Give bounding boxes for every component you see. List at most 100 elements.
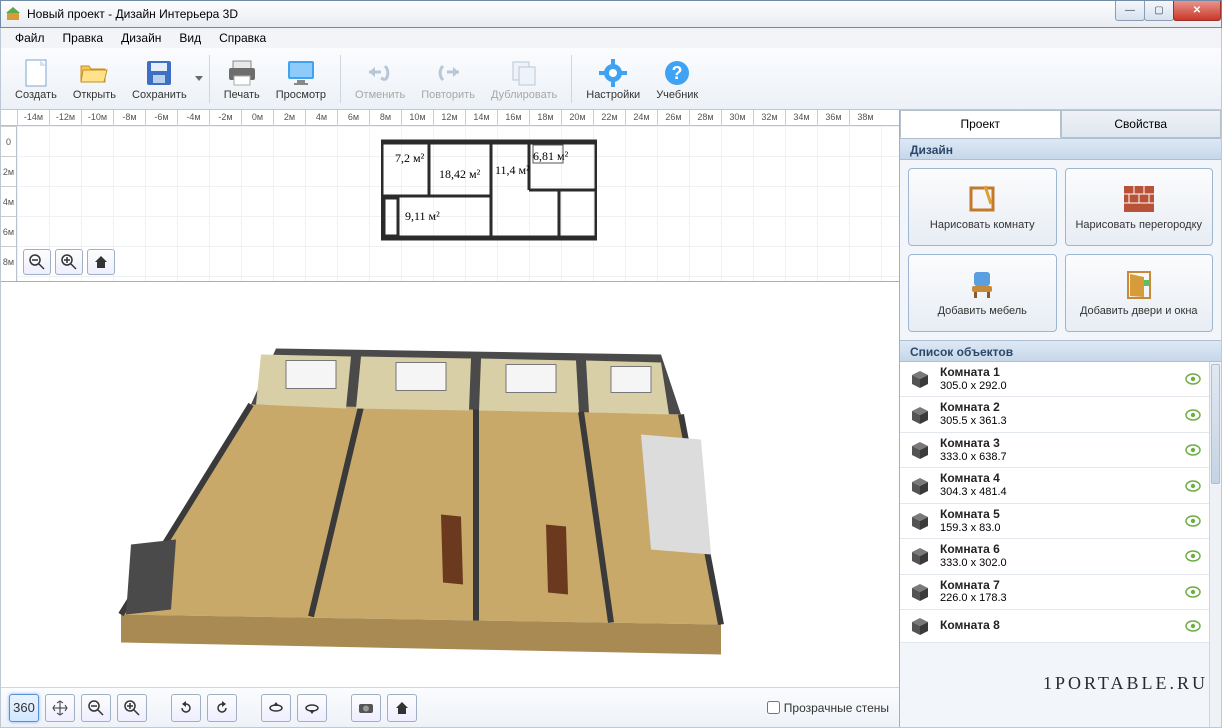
add-furniture-button[interactable]: Добавить мебель [908, 254, 1057, 332]
close-button[interactable]: ✕ [1173, 1, 1221, 21]
list-item[interactable]: Комната 1305.0 x 292.0 [900, 362, 1209, 397]
tilt-up-button[interactable] [261, 694, 291, 722]
visibility-icon[interactable] [1185, 443, 1201, 457]
list-item[interactable]: Комната 5159.3 x 83.0 [900, 504, 1209, 539]
brick-wall-icon [1123, 183, 1155, 215]
object-scrollbar[interactable] [1209, 362, 1221, 727]
svg-text:?: ? [672, 63, 683, 83]
add-doors-button[interactable]: Добавить двери и окна [1065, 254, 1214, 332]
tab-project[interactable]: Проект [900, 110, 1061, 138]
room-icon [908, 474, 932, 498]
transparent-walls-checkbox[interactable] [767, 701, 780, 714]
redo-button[interactable]: Повторить [413, 51, 483, 107]
save-icon [143, 57, 175, 89]
section-objects: Список объектов [900, 340, 1221, 362]
open-button[interactable]: Открыть [65, 51, 124, 107]
maximize-button[interactable]: ▢ [1144, 1, 1174, 21]
visibility-icon[interactable] [1185, 479, 1201, 493]
room-icon [908, 580, 932, 604]
object-list: Комната 1305.0 x 292.0Комната 2305.5 x 3… [900, 362, 1221, 727]
draw-wall-button[interactable]: Нарисовать перегородку [1065, 168, 1214, 246]
view-3d[interactable] [1, 282, 899, 687]
list-item[interactable]: Комната 7226.0 x 178.3 [900, 575, 1209, 610]
printer-icon [226, 57, 258, 89]
print-button[interactable]: Печать [216, 51, 268, 107]
save-dropdown[interactable] [195, 51, 203, 107]
create-button[interactable]: Создать [7, 51, 65, 107]
ruler-tick: 38м [849, 110, 881, 126]
visibility-icon[interactable] [1185, 619, 1201, 633]
window-title: Новый проект - Дизайн Интерьера 3D [27, 7, 238, 21]
menu-help[interactable]: Справка [211, 30, 274, 46]
object-size: 304.3 x 481.4 [940, 486, 1007, 498]
help-icon: ? [661, 57, 693, 89]
draw-room-button[interactable]: Нарисовать комнату [908, 168, 1057, 246]
settings-button[interactable]: Настройки [578, 51, 648, 107]
visibility-icon[interactable] [1185, 372, 1201, 386]
ruler-tick: 4м [1, 186, 16, 216]
visibility-icon[interactable] [1185, 549, 1201, 563]
gear-icon [597, 57, 629, 89]
ruler-tick: 26м [657, 110, 689, 126]
zoom-in-3d-button[interactable] [117, 694, 147, 722]
room-icon [908, 544, 932, 568]
undo-button[interactable]: Отменить [347, 51, 413, 107]
plan-2d-view[interactable]: -14м-12м-10м-8м-6м-4м-2м0м2м4м6м8м10м12м… [1, 110, 899, 282]
rotate-right-button[interactable] [207, 694, 237, 722]
pan-button[interactable] [45, 694, 75, 722]
toolbar-separator [340, 55, 341, 103]
scrollbar-thumb[interactable] [1211, 364, 1220, 484]
list-item[interactable]: Комната 3333.0 x 638.7 [900, 433, 1209, 468]
minimize-button[interactable]: ― [1115, 1, 1145, 21]
object-size: 305.0 x 292.0 [940, 380, 1007, 392]
room-icon [908, 403, 932, 427]
list-item[interactable]: Комната 8 [900, 610, 1209, 643]
zoom-in-button[interactable] [55, 249, 83, 275]
svg-text:11,4 м²: 11,4 м² [495, 163, 530, 177]
ruler-tick: 20м [561, 110, 593, 126]
room-icon [908, 614, 932, 638]
menu-design[interactable]: Дизайн [113, 30, 169, 46]
object-name: Комната 4 [940, 472, 1177, 486]
object-size: 226.0 x 178.3 [940, 592, 1007, 604]
zoom-out-button[interactable] [23, 249, 51, 275]
save-button[interactable]: Сохранить [124, 51, 195, 107]
view-360-button[interactable]: 360 [9, 694, 39, 722]
plan-zoom-controls [23, 249, 115, 275]
app-icon [5, 6, 21, 22]
help-button[interactable]: ? Учебник [648, 51, 706, 107]
rotate-left-button[interactable] [171, 694, 201, 722]
visibility-icon[interactable] [1185, 514, 1201, 528]
tilt-down-button[interactable] [297, 694, 327, 722]
object-name: Комната 5 [940, 508, 1177, 522]
ruler-tick: 24м [625, 110, 657, 126]
ruler-tick: 34м [785, 110, 817, 126]
duplicate-icon [508, 57, 540, 89]
menu-edit[interactable]: Правка [55, 30, 112, 46]
monitor-icon [285, 57, 317, 89]
list-item[interactable]: Комната 4304.3 x 481.4 [900, 468, 1209, 503]
duplicate-button[interactable]: Дублировать [483, 51, 565, 107]
floorplan-drawing[interactable]: 7,2 м² 18,42 м² 11,4 м² 6,81 м² 9,11 м² [381, 138, 597, 244]
home-3d-button[interactable] [387, 694, 417, 722]
tab-properties[interactable]: Свойства [1061, 110, 1222, 138]
menu-file[interactable]: Файл [7, 30, 53, 46]
ruler-vertical: 02м4м6м8м [1, 126, 17, 281]
preview-button[interactable]: Просмотр [268, 51, 334, 107]
zoom-out-3d-button[interactable] [81, 694, 111, 722]
visibility-icon[interactable] [1185, 585, 1201, 599]
ruler-tick: -8м [113, 110, 145, 126]
camera-button[interactable] [351, 694, 381, 722]
transparent-walls-label: Прозрачные стены [784, 701, 889, 715]
visibility-icon[interactable] [1185, 408, 1201, 422]
new-file-icon [20, 57, 52, 89]
svg-text:6,81 м²: 6,81 м² [533, 149, 569, 163]
list-item[interactable]: Комната 6333.0 x 302.0 [900, 539, 1209, 574]
ruler-tick: -6м [145, 110, 177, 126]
svg-text:9,11 м²: 9,11 м² [405, 209, 440, 223]
svg-text:7,2 м²: 7,2 м² [395, 151, 425, 165]
object-size: 159.3 x 83.0 [940, 522, 1001, 534]
list-item[interactable]: Комната 2305.5 x 361.3 [900, 397, 1209, 432]
home-button[interactable] [87, 249, 115, 275]
menu-view[interactable]: Вид [171, 30, 209, 46]
